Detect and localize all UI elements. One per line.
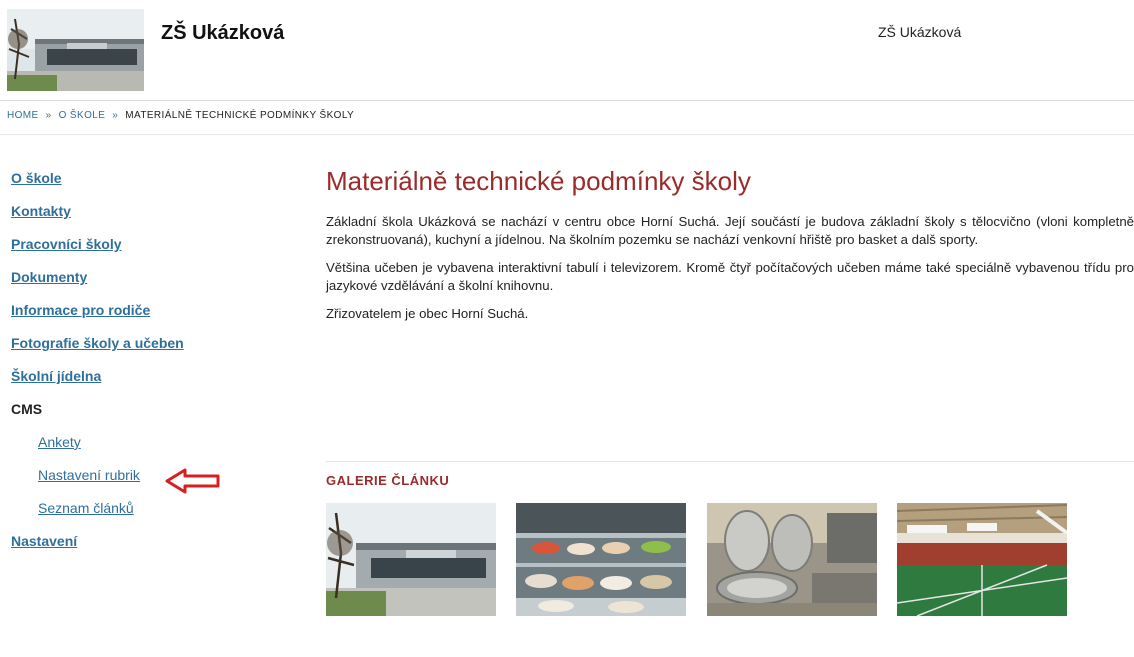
sidebar-link-nastaveni-rubrik[interactable]: Nastavení rubrik bbox=[38, 467, 140, 483]
sidebar-link-seznam-clanku[interactable]: Seznam článků bbox=[38, 500, 134, 516]
sidebar-cms-heading: CMS bbox=[11, 401, 43, 417]
sidebar-link-kontakty[interactable]: Kontakty bbox=[11, 203, 71, 219]
sidebar-item-dokumenty: Dokumenty bbox=[11, 268, 271, 301]
sidebar-link-informace[interactable]: Informace pro rodiče bbox=[11, 302, 150, 318]
sidebar-item-informace: Informace pro rodiče bbox=[11, 301, 271, 334]
breadcrumb-divider bbox=[0, 134, 1134, 135]
sidebar-subitem-seznam-clanku: Seznam článků bbox=[11, 499, 271, 532]
sidebar-item-o-skole: O škole bbox=[11, 169, 271, 202]
breadcrumb-home[interactable]: Home bbox=[7, 110, 39, 121]
sidebar-item-pracovnici: Pracovníci školy bbox=[11, 235, 271, 268]
gallery-thumb-canteen[interactable] bbox=[516, 503, 686, 616]
breadcrumb-current: Materiálně technické podmínky školy bbox=[125, 110, 355, 121]
sidebar-link-fotografie[interactable]: Fotografie školy a učeben bbox=[11, 335, 184, 351]
gallery-thumb-school-building[interactable] bbox=[326, 503, 496, 616]
sidebar-subitem-ankety: Ankety bbox=[11, 433, 271, 466]
header-divider bbox=[0, 100, 1134, 101]
sidebar-item-nastaveni: Nastavení bbox=[11, 532, 271, 565]
header: ZŠ Ukázková ZŠ Ukázková bbox=[0, 0, 1134, 100]
sidebar-link-dokumenty[interactable]: Dokumenty bbox=[11, 269, 87, 285]
gallery-title: GALERIE ČLÁNKU bbox=[326, 473, 450, 488]
breadcrumb-o-skole[interactable]: O škole bbox=[59, 110, 106, 121]
main-content: Materiálně technické podmínky školy Zákl… bbox=[326, 166, 1134, 333]
sidebar-link-pracovnici[interactable]: Pracovníci školy bbox=[11, 236, 122, 252]
site-title[interactable]: ZŠ Ukázková bbox=[161, 22, 284, 45]
sidebar-link-o-skole[interactable]: O škole bbox=[11, 170, 62, 186]
school-logo-image[interactable] bbox=[7, 9, 144, 91]
gallery-thumb-gym[interactable] bbox=[897, 503, 1067, 616]
sidebar-link-ankety[interactable]: Ankety bbox=[38, 434, 81, 450]
sidebar-subitem-nastaveni-rubrik: Nastavení rubrik bbox=[11, 466, 271, 499]
sidebar-item-fotografie: Fotografie školy a učeben bbox=[11, 334, 271, 367]
content-paragraph: Zřizovatelem je obec Horní Suchá. bbox=[326, 306, 529, 321]
sidebar-link-nastaveni[interactable]: Nastavení bbox=[11, 533, 77, 549]
sidebar-item-jidelna: Školní jídelna bbox=[11, 367, 271, 400]
gallery-divider bbox=[326, 461, 1134, 462]
gallery-thumb-kitchen[interactable] bbox=[707, 503, 877, 616]
content-paragraph: Základní škola Ukázková se nachází v cen… bbox=[326, 214, 1134, 247]
content-paragraph: Většina učeben je vybavena interaktivní … bbox=[326, 260, 1134, 293]
sidebar-nav: O škole Kontakty Pracovníci školy Dokume… bbox=[11, 169, 271, 565]
sidebar-item-kontakty: Kontakty bbox=[11, 202, 271, 235]
page-title: Materiálně technické podmínky školy bbox=[326, 166, 751, 196]
sidebar-link-jidelna[interactable]: Školní jídelna bbox=[11, 368, 101, 384]
red-arrow-annotation-icon bbox=[165, 468, 220, 494]
breadcrumb-separator: » bbox=[45, 110, 52, 121]
header-school-name: ZŠ Ukázková bbox=[878, 24, 962, 40]
breadcrumb-separator: » bbox=[112, 110, 119, 121]
breadcrumb: Home » O škole » Materiálně technické podmín… bbox=[7, 110, 354, 121]
